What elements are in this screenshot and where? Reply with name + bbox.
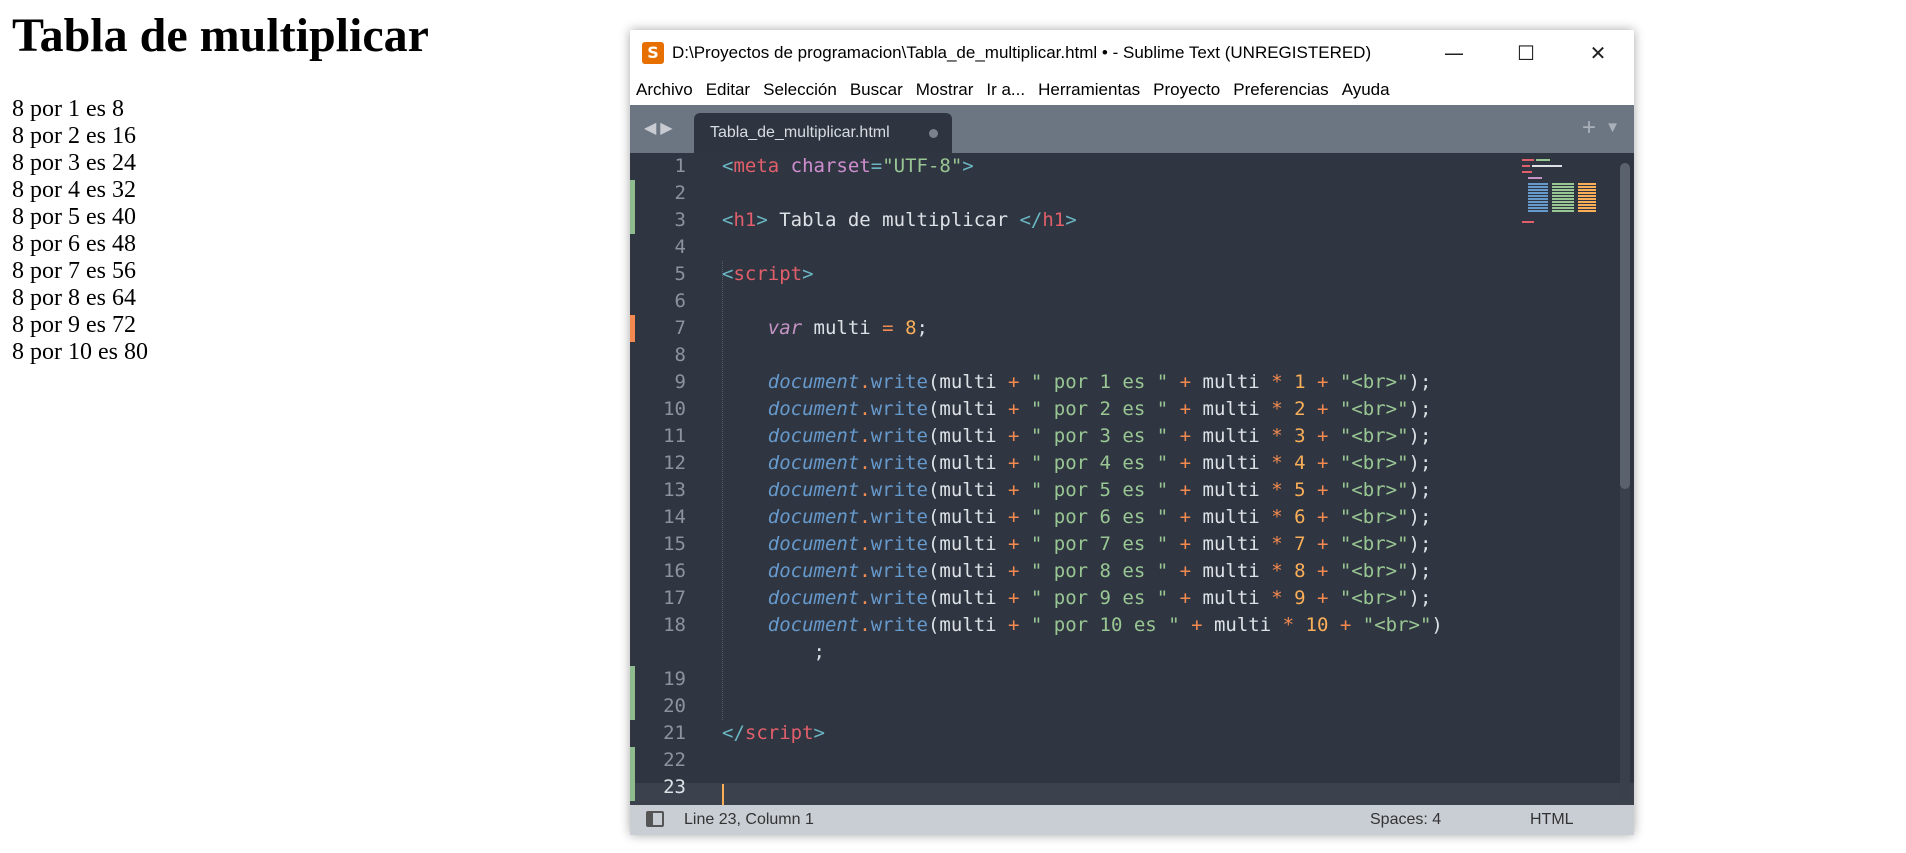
close-button[interactable]: ✕ bbox=[1562, 30, 1634, 76]
line-number: 12 bbox=[663, 452, 686, 474]
output-line: 8 por 6 es 48 bbox=[12, 231, 136, 257]
output-line: 8 por 7 es 56 bbox=[12, 258, 136, 284]
cursor-position: Line 23, Column 1 bbox=[684, 811, 814, 828]
line-number: 21 bbox=[663, 722, 686, 744]
new-tab-icon[interactable]: + bbox=[1582, 114, 1596, 142]
added-line-marker bbox=[630, 207, 635, 234]
menu-ir-a[interactable]: Ir a... bbox=[986, 80, 1025, 100]
line-number: 10 bbox=[663, 398, 686, 420]
code-line: document.write(multi + " por 3 es " + mu… bbox=[767, 425, 1432, 447]
output-line: 8 por 9 es 72 bbox=[12, 312, 136, 338]
code-line: document.write(multi + " por 6 es " + mu… bbox=[767, 506, 1432, 528]
line-number: 16 bbox=[663, 560, 686, 582]
menu-proyecto[interactable]: Proyecto bbox=[1153, 80, 1220, 100]
maximize-button[interactable]: ☐ bbox=[1490, 30, 1562, 76]
indentation-setting[interactable]: Spaces: 4 bbox=[1370, 811, 1441, 829]
code-line: <script> bbox=[722, 263, 814, 285]
output-line: 8 por 10 es 80 bbox=[12, 339, 148, 365]
line-number: 13 bbox=[663, 479, 686, 501]
line-number: 8 bbox=[674, 344, 686, 366]
code-line: <h1> Tabla de multiplicar </h1> bbox=[722, 209, 1077, 231]
line-number: 4 bbox=[674, 236, 686, 258]
added-line-marker bbox=[630, 180, 635, 207]
menu-herramientas[interactable]: Herramientas bbox=[1038, 80, 1140, 100]
code-line: var multi = 8; bbox=[767, 317, 928, 339]
menu-editar[interactable]: Editar bbox=[706, 80, 750, 100]
line-number: 2 bbox=[674, 182, 686, 204]
code-line: document.write(multi + " por 7 es " + mu… bbox=[767, 533, 1432, 555]
line-number: 15 bbox=[663, 533, 686, 555]
line-gutter: 1 2 3 4 5 6 7 8 9 10 11 12 13 14 15 16 17 18 19 20 21 22 23 bbox=[630, 153, 720, 805]
code-line: document.write(multi + " por 9 es " + mu… bbox=[767, 587, 1432, 609]
menu-seleccion[interactable]: Selección bbox=[763, 80, 837, 100]
minimize-button[interactable]: — bbox=[1418, 30, 1490, 76]
line-number: 11 bbox=[663, 425, 686, 447]
page-heading: Tabla de multiplicar bbox=[12, 9, 429, 62]
line-number: 5 bbox=[674, 263, 686, 285]
tab-file[interactable]: Tabla_de_multiplicar.html bbox=[694, 113, 952, 153]
window-title: D:\Proyectos de programacion\Tabla_de_mu… bbox=[672, 43, 1372, 62]
line-number: 14 bbox=[663, 506, 686, 528]
minimap[interactable] bbox=[1522, 157, 1612, 227]
line-number: 1 bbox=[674, 155, 686, 177]
line-number: 3 bbox=[674, 209, 686, 231]
unsaved-dot-icon[interactable] bbox=[929, 129, 938, 138]
code-line: document.write(multi + " por 4 es " + mu… bbox=[767, 452, 1432, 474]
output-line: 8 por 8 es 64 bbox=[12, 285, 136, 311]
code-line: </script> bbox=[722, 722, 825, 744]
menu-archivo[interactable]: Archivo bbox=[636, 80, 693, 100]
code-editor[interactable]: 1 2 3 4 5 6 7 8 9 10 11 12 13 14 15 16 17 18 19 20 21 22 23 <m… bbox=[630, 153, 1634, 805]
code-line: document.write(multi + " por 1 es " + mu… bbox=[767, 371, 1432, 393]
added-line-marker bbox=[630, 693, 635, 720]
code-line-wrap: ; bbox=[722, 641, 825, 663]
line-number: 17 bbox=[663, 587, 686, 609]
added-line-marker bbox=[630, 774, 635, 801]
title-bar[interactable]: S D:\Proyectos de programacion\Tabla_de_… bbox=[630, 30, 1634, 76]
text-caret bbox=[722, 784, 724, 805]
current-line-highlight bbox=[630, 783, 1634, 805]
code-line: document.write(multi + " por 2 es " + mu… bbox=[767, 398, 1432, 420]
line-number: 7 bbox=[674, 317, 686, 339]
output-line: 8 por 5 es 40 bbox=[12, 204, 136, 230]
output-list: 8 por 1 es 8 8 por 2 es 16 8 por 3 es 24… bbox=[12, 96, 429, 366]
modified-line-marker bbox=[630, 315, 635, 342]
vertical-scrollbar[interactable] bbox=[1620, 163, 1630, 803]
added-line-marker bbox=[630, 666, 635, 693]
menu-ayuda[interactable]: Ayuda bbox=[1342, 80, 1390, 100]
menu-preferencias[interactable]: Preferencias bbox=[1233, 80, 1328, 100]
sublime-app-icon: S bbox=[642, 42, 664, 64]
tab-list-chevron-down-icon[interactable]: ▼ bbox=[1605, 119, 1620, 136]
line-number: 6 bbox=[674, 290, 686, 312]
status-bar: Line 23, Column 1 Spaces: 4 HTML bbox=[630, 805, 1634, 835]
line-number: 19 bbox=[663, 668, 686, 690]
output-line: 8 por 4 es 32 bbox=[12, 177, 136, 203]
rendered-page: Tabla de multiplicar 8 por 1 es 8 8 por … bbox=[12, 0, 429, 366]
menu-bar: Archivo Editar Selección Buscar Mostrar … bbox=[630, 76, 1634, 104]
sidebar-toggle-icon[interactable] bbox=[646, 811, 664, 827]
line-number: 18 bbox=[663, 614, 686, 636]
tab-label: Tabla_de_multiplicar.html bbox=[710, 124, 890, 141]
sublime-window: S D:\Proyectos de programacion\Tabla_de_… bbox=[630, 30, 1634, 835]
syntax-selector[interactable]: HTML bbox=[1530, 811, 1574, 829]
output-line: 8 por 2 es 16 bbox=[12, 123, 136, 149]
output-line: 8 por 3 es 24 bbox=[12, 150, 136, 176]
code-line: document.write(multi + " por 5 es " + mu… bbox=[767, 479, 1432, 501]
menu-mostrar[interactable]: Mostrar bbox=[916, 80, 974, 100]
code-line: document.write(multi + " por 10 es " + m… bbox=[767, 614, 1443, 636]
tab-nav-arrows-icon[interactable]: ◀▶ bbox=[644, 118, 677, 138]
code-line: <meta charset="UTF-8"> bbox=[722, 155, 974, 177]
line-number: 9 bbox=[674, 371, 686, 393]
added-line-marker bbox=[630, 747, 635, 774]
tab-bar: ◀▶ Tabla_de_multiplicar.html + ▼ bbox=[630, 105, 1634, 153]
line-number: 20 bbox=[663, 695, 686, 717]
output-line: 8 por 1 es 8 bbox=[12, 96, 124, 122]
line-number: 23 bbox=[663, 776, 686, 798]
scrollbar-thumb[interactable] bbox=[1620, 163, 1630, 489]
menu-buscar[interactable]: Buscar bbox=[850, 80, 903, 100]
line-number: 22 bbox=[663, 749, 686, 771]
code-line: document.write(multi + " por 8 es " + mu… bbox=[767, 560, 1432, 582]
